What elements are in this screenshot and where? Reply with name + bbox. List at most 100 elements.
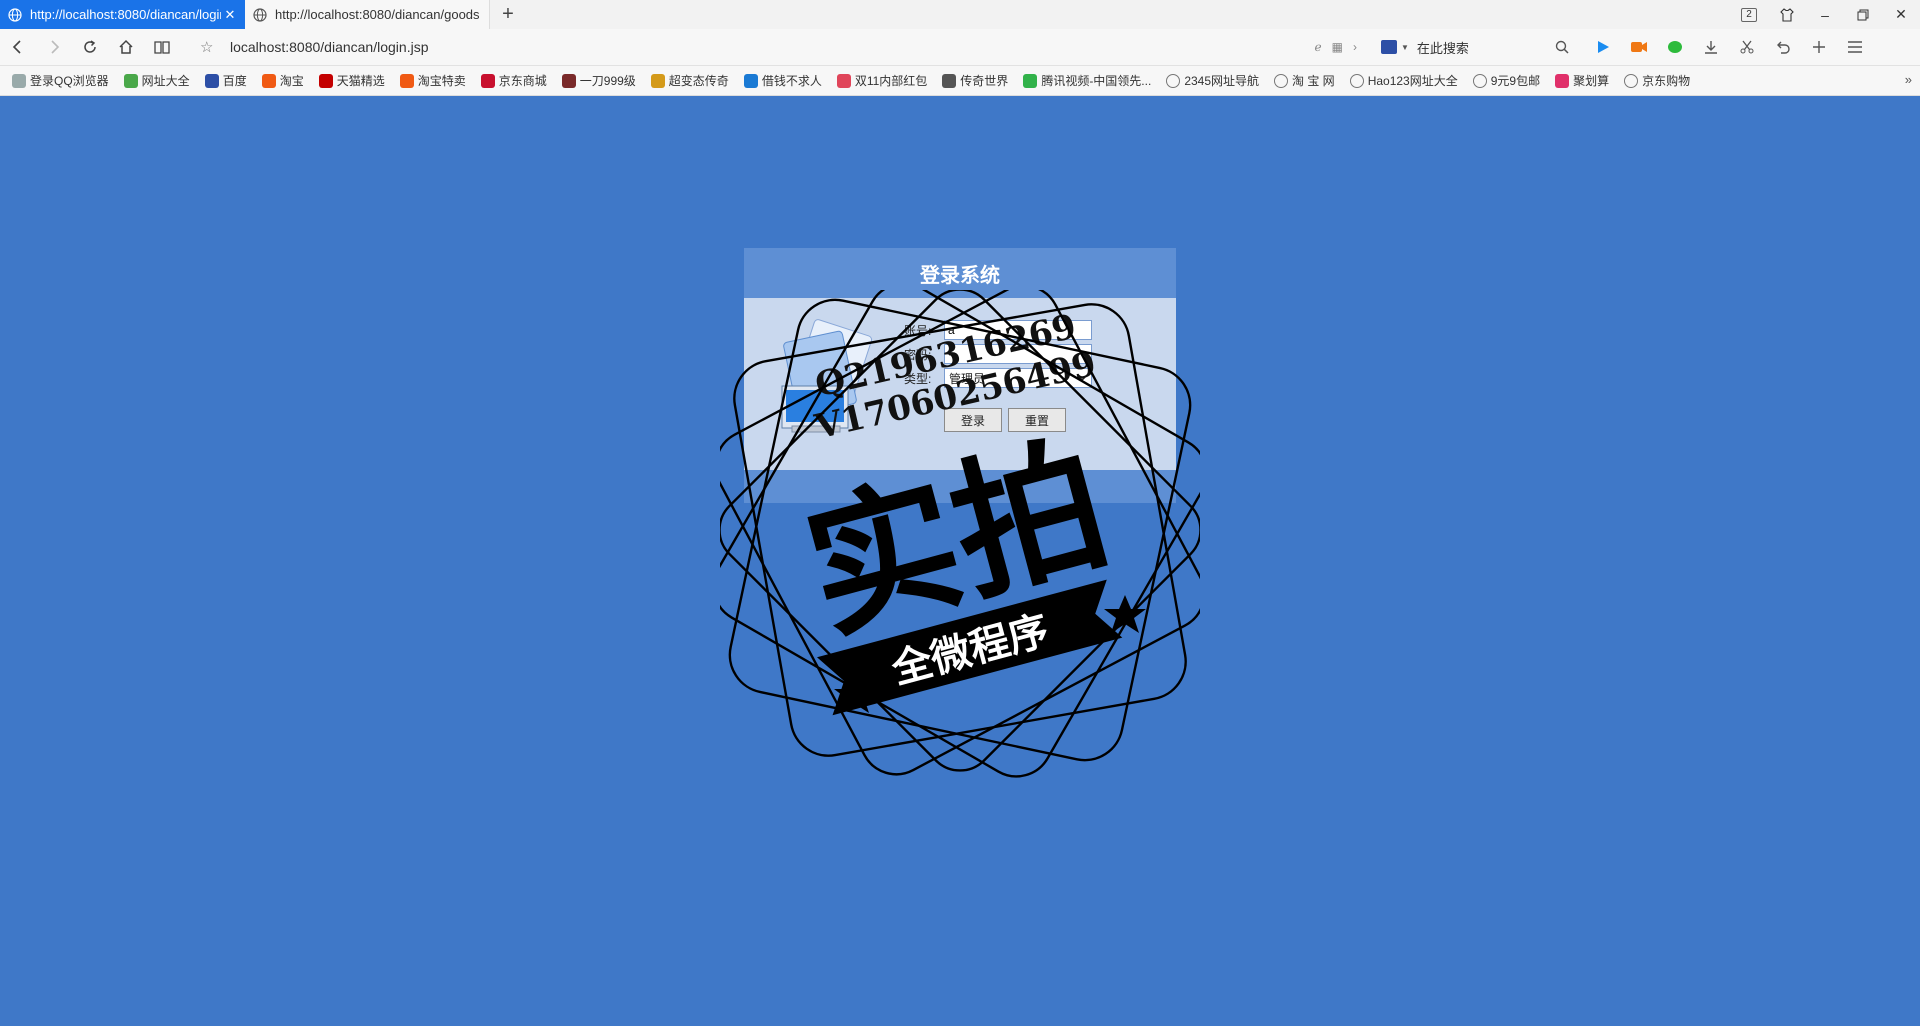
- login-title: 登录系统: [744, 248, 1176, 298]
- login-button[interactable]: 登录: [944, 408, 1002, 432]
- plus-icon[interactable]: [1801, 29, 1837, 66]
- bookmark-item[interactable]: 京东商城: [480, 72, 547, 89]
- bookmark-item[interactable]: 一刀999级: [561, 72, 636, 89]
- close-window-icon[interactable]: ✕: [1882, 0, 1920, 29]
- bookmark-item[interactable]: Hao123网址大全: [1349, 72, 1458, 89]
- type-select[interactable]: 管理员: [944, 368, 1092, 388]
- forward-icon[interactable]: [36, 29, 72, 66]
- bookmark-item[interactable]: 聚划算: [1555, 72, 1609, 89]
- password-label: 密码:: [904, 347, 932, 362]
- bookmark-item[interactable]: 登录QQ浏览器: [12, 72, 109, 89]
- globe-icon: [1349, 73, 1364, 88]
- bookmark-item[interactable]: 天猫精选: [318, 72, 385, 89]
- close-icon[interactable]: ✕: [223, 7, 237, 23]
- globe-icon: [1624, 73, 1639, 88]
- bookmark-item[interactable]: 腾讯视频-中国领先...: [1023, 72, 1151, 89]
- video-play-icon[interactable]: [1585, 29, 1621, 66]
- tab-goods[interactable]: http://localhost:8080/diancan/goods: [245, 0, 490, 29]
- bookmark-item[interactable]: 2345网址导航: [1166, 72, 1259, 89]
- address-bar[interactable]: ☆ localhost:8080/diancan/login.jsp ℯ ▦ ›: [180, 29, 1375, 66]
- bookmark-item[interactable]: 网址大全: [123, 72, 190, 89]
- bookmark-label: 双11内部红包: [854, 74, 928, 88]
- taobao-icon: [261, 73, 276, 88]
- type-select-value: 管理员: [949, 371, 986, 386]
- bookmark-label: 百度: [222, 74, 247, 88]
- chevron-right-icon[interactable]: ›: [1353, 40, 1357, 54]
- bookmark-label: 一刀999级: [579, 74, 636, 88]
- url-text[interactable]: localhost:8080/diancan/login.jsp: [222, 39, 1315, 55]
- tab-title: http://localhost:8080/diancan/login.jsp: [30, 7, 221, 22]
- password-field[interactable]: [944, 344, 1092, 364]
- login-footer: [744, 470, 1176, 503]
- chevron-down-icon: [1077, 375, 1087, 382]
- back-icon[interactable]: [0, 29, 36, 66]
- scissors-icon[interactable]: [1729, 29, 1765, 66]
- globe-icon: [1274, 73, 1289, 88]
- menu-icon[interactable]: [1837, 29, 1873, 66]
- bookmark-item[interactable]: 超变态传奇: [650, 72, 729, 89]
- bookmark-item[interactable]: 百度: [204, 72, 247, 89]
- computer-illustration: [781, 319, 873, 433]
- search-input[interactable]: 在此搜索: [1417, 38, 1555, 57]
- baidu-icon: [204, 73, 219, 88]
- bookmark-label: 京东购物: [1642, 74, 1691, 88]
- reset-button[interactable]: 重置: [1008, 408, 1066, 432]
- tab-login[interactable]: http://localhost:8080/diancan/login.jsp …: [0, 0, 245, 29]
- reader-icon[interactable]: [144, 29, 180, 66]
- tmall-icon: [318, 73, 333, 88]
- download-icon[interactable]: [1693, 29, 1729, 66]
- bookmark-item[interactable]: 淘宝: [261, 72, 304, 89]
- camera-icon[interactable]: [1621, 29, 1657, 66]
- bookmark-item[interactable]: 借钱不求人: [743, 72, 822, 89]
- hao-icon: [123, 73, 138, 88]
- bookmarks-bar: 登录QQ浏览器 网址大全 百度 淘宝 天猫精选 淘宝特卖 京东商城 一刀999级 超变态传奇 借钱…: [0, 66, 1920, 96]
- login-panel: 登录系统 账号: 密码: 类型: 管理员: [744, 248, 1176, 503]
- tab-strip: http://localhost:8080/diancan/login.jsp …: [0, 0, 1920, 29]
- home-icon[interactable]: [108, 29, 144, 66]
- search-box[interactable]: ▼ 在此搜索: [1375, 34, 1575, 61]
- login-form: 账号: 密码: 类型: 管理员 登录 重置: [744, 298, 1176, 470]
- account-row: 账号:: [904, 320, 1092, 340]
- bookmark-label: 京东商城: [498, 74, 547, 88]
- bookmark-item[interactable]: 淘 宝 网: [1274, 72, 1335, 89]
- tencent-video-icon: [1023, 73, 1038, 88]
- bookmark-label: 淘宝: [279, 74, 304, 88]
- refresh-icon[interactable]: [72, 29, 108, 66]
- bookmark-item[interactable]: 淘宝特卖: [399, 72, 466, 89]
- bookmark-label: 超变态传奇: [668, 74, 729, 88]
- new-tab-button[interactable]: +: [490, 0, 526, 29]
- bookmark-star-icon[interactable]: ☆: [200, 38, 222, 56]
- baidu-icon[interactable]: [1381, 40, 1397, 54]
- chevron-double-right-icon[interactable]: »: [1905, 72, 1912, 87]
- jd-icon: [480, 73, 495, 88]
- shirt-icon[interactable]: [1768, 0, 1806, 29]
- undo-icon[interactable]: [1765, 29, 1801, 66]
- legend-icon: [650, 73, 665, 88]
- account-label: 账号:: [904, 323, 932, 338]
- user-icon: [12, 73, 26, 88]
- minimize-icon[interactable]: –: [1806, 0, 1844, 29]
- bookmark-item[interactable]: 双11内部红包: [836, 72, 928, 89]
- bookmark-label: 借钱不求人: [761, 74, 822, 88]
- chevron-down-icon[interactable]: ▼: [1401, 43, 1409, 52]
- globe-icon: [8, 7, 22, 22]
- bookmark-item[interactable]: 京东购物: [1624, 72, 1690, 89]
- loan-icon: [743, 73, 758, 88]
- bookmark-label: 登录QQ浏览器: [30, 74, 109, 88]
- restore-icon[interactable]: [1844, 0, 1882, 29]
- bookmark-label: 聚划算: [1573, 74, 1610, 88]
- globe-icon: [1472, 73, 1487, 88]
- tab-count-button[interactable]: 2: [1730, 0, 1768, 29]
- bookmark-item[interactable]: 传奇世界: [942, 72, 1008, 89]
- tab-title: http://localhost:8080/diancan/goods: [275, 7, 480, 22]
- wechat-icon[interactable]: [1657, 29, 1693, 66]
- account-field[interactable]: [944, 320, 1092, 340]
- bookmark-label: 网址大全: [141, 74, 190, 88]
- search-icon[interactable]: [1555, 40, 1569, 54]
- ie-mode-icon[interactable]: ℯ: [1315, 40, 1322, 54]
- bookmark-item[interactable]: 9元9包邮: [1472, 72, 1540, 89]
- legend-world-icon: [942, 73, 957, 88]
- taobao-sale-icon: [399, 73, 414, 88]
- qr-icon[interactable]: ▦: [1332, 40, 1343, 54]
- window-controls: 2 – ✕: [1730, 0, 1920, 29]
